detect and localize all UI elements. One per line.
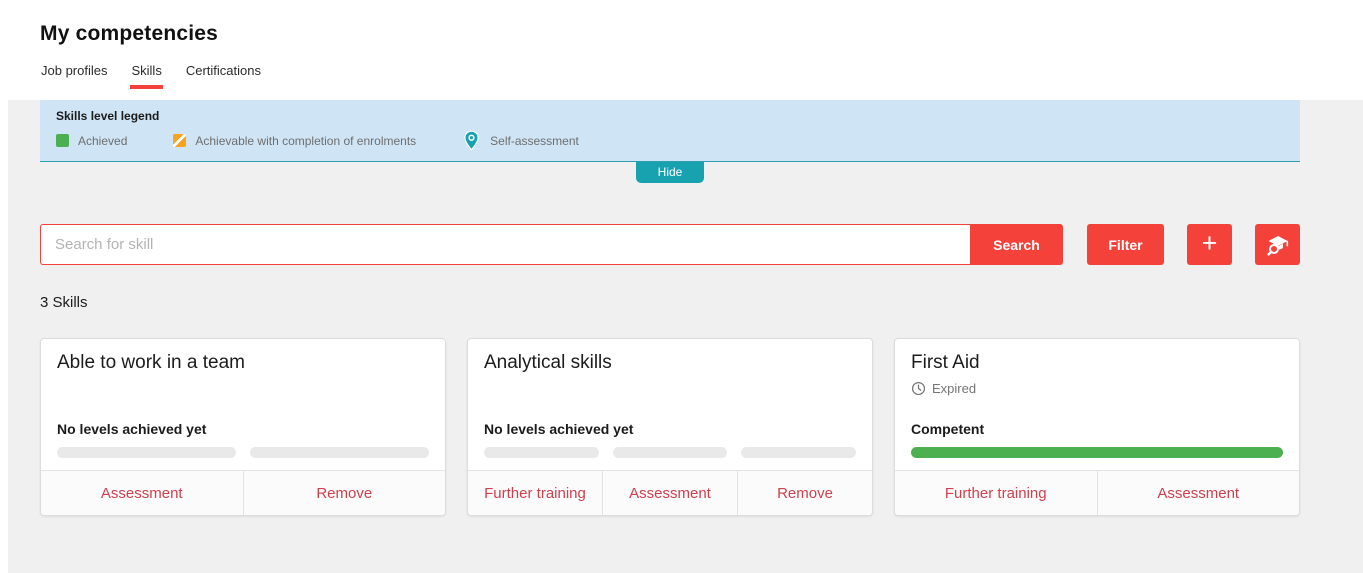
progress-bar-empty (484, 447, 599, 458)
expired-status: Expired (911, 381, 1283, 396)
skill-title: Analytical skills (484, 352, 856, 374)
skill-level-status: No levels achieved yet (57, 421, 429, 437)
clock-icon (911, 381, 926, 396)
progress-bar-empty (613, 447, 728, 458)
tab-job-profiles[interactable]: Job profiles (40, 63, 108, 89)
card-action-remove[interactable]: Remove (737, 471, 872, 515)
graduation-cap-search-icon (1266, 233, 1290, 257)
skill-card: First Aid Expired Competent Further trai… (894, 338, 1300, 516)
skill-card: Able to work in a team No levels achieve… (40, 338, 446, 516)
search-button[interactable]: Search (970, 224, 1063, 265)
skills-grid: Able to work in a team No levels achieve… (40, 338, 1300, 516)
search-toolbar: Search Filter + (40, 224, 1300, 265)
card-actions: Further trainingAssessment (895, 470, 1299, 515)
skill-level-status: No levels achieved yet (484, 421, 856, 437)
find-skill-learning-button[interactable] (1255, 224, 1300, 265)
progress-bars (911, 447, 1283, 458)
skill-level-status: Competent (911, 421, 1283, 437)
page-title: My competencies (40, 22, 1363, 46)
card-action-assessment[interactable]: Assessment (41, 471, 243, 515)
progress-bar-empty (741, 447, 856, 458)
progress-bars (484, 447, 856, 458)
tab-certifications[interactable]: Certifications (185, 63, 262, 89)
skill-card: Analytical skills No levels achieved yet… (467, 338, 873, 516)
hide-legend-button[interactable]: Hide (636, 162, 705, 183)
legend-title: Skills level legend (56, 109, 1284, 123)
legend-hide-row: Hide (40, 162, 1300, 182)
skills-count: 3 Skills (40, 294, 1300, 311)
progress-bar-empty (250, 447, 429, 458)
card-action-further-training[interactable]: Further training (468, 471, 602, 515)
legend-label: Achieved (78, 134, 127, 148)
card-spacer (911, 396, 1283, 421)
page-header: My competencies Job profiles Skills Cert… (0, 0, 1363, 97)
self-assessment-pin-icon (462, 130, 481, 151)
skill-title: First Aid (911, 352, 1283, 374)
page-content: Skills level legend Achieved Achievable … (0, 100, 1363, 573)
skills-level-legend: Skills level legend Achieved Achievable … (40, 100, 1300, 162)
card-actions: AssessmentRemove (41, 470, 445, 515)
search-group: Search (40, 224, 1063, 265)
card-body: First Aid Expired Competent (895, 339, 1299, 470)
progress-bar-empty (57, 447, 236, 458)
card-actions: Further trainingAssessmentRemove (468, 470, 872, 515)
card-body: Analytical skills No levels achieved yet (468, 339, 872, 470)
progress-bars (57, 447, 429, 458)
achieved-square-icon (56, 134, 69, 147)
card-action-further-training[interactable]: Further training (895, 471, 1097, 515)
progress-bar-achieved (911, 447, 1283, 458)
expired-label: Expired (932, 381, 976, 396)
legend-item-achieved: Achieved (56, 134, 127, 148)
legend-item-self-assessment: Self-assessment (462, 130, 579, 151)
plus-icon: + (1202, 230, 1218, 257)
legend-items: Achieved Achievable with completion of e… (56, 130, 1284, 151)
card-spacer (57, 374, 429, 421)
tab-skills[interactable]: Skills (130, 63, 162, 89)
card-spacer (484, 374, 856, 421)
card-action-assessment[interactable]: Assessment (602, 471, 737, 515)
achievable-square-icon (173, 134, 186, 147)
card-action-remove[interactable]: Remove (243, 471, 446, 515)
card-body: Able to work in a team No levels achieve… (41, 339, 445, 470)
legend-label: Achievable with completion of enrolments (195, 134, 416, 148)
legend-label: Self-assessment (490, 134, 579, 148)
skill-title: Able to work in a team (57, 352, 429, 374)
filter-button[interactable]: Filter (1087, 224, 1164, 265)
add-skill-button[interactable]: + (1187, 224, 1232, 265)
tabs: Job profiles Skills Certifications (40, 63, 1363, 89)
card-action-assessment[interactable]: Assessment (1097, 471, 1300, 515)
legend-item-achievable: Achievable with completion of enrolments (173, 134, 416, 148)
search-input[interactable] (40, 224, 970, 265)
